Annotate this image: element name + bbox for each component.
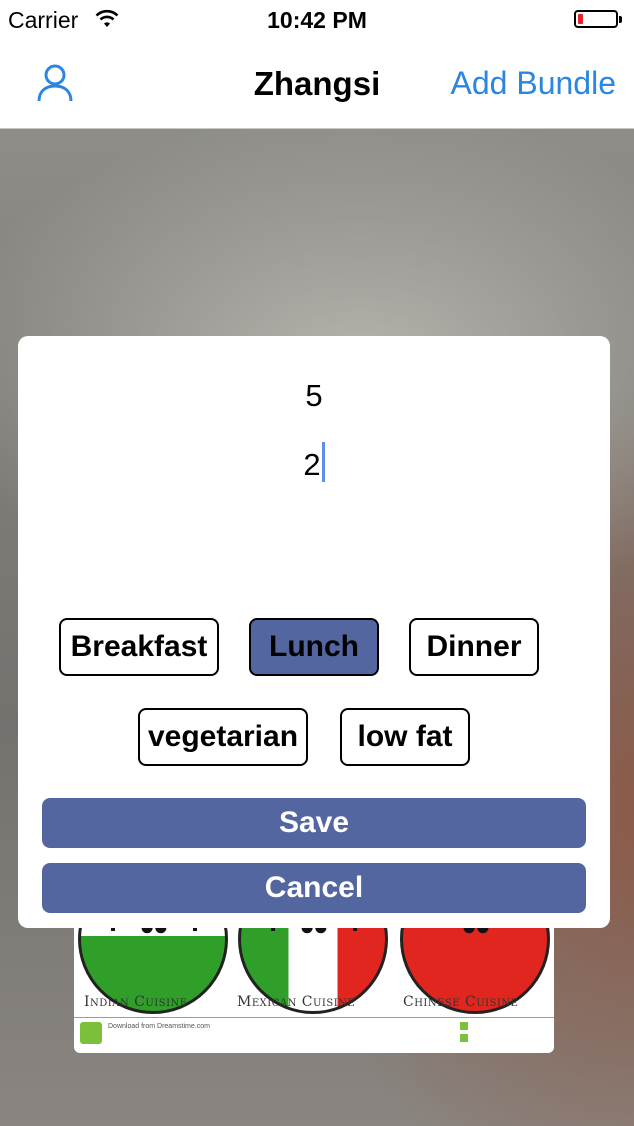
cuisine-label: Indian Cuisine [84,994,188,1010]
text-cursor [321,442,325,482]
tag-vegetarian[interactable]: vegetarian [138,708,308,766]
tag-breakfast[interactable]: Breakfast [59,618,219,676]
download-credit: Download from Dreamstime.com [108,1023,210,1030]
add-bundle-button[interactable]: Add Bundle [451,65,616,102]
add-bundle-dialog: 5 2 Breakfast Lunch Dinner vegetarian lo… [18,336,610,928]
cancel-button[interactable]: Cancel [42,863,586,913]
dreamstime-logo-icon [80,1022,102,1044]
cuisine-label: Mexican Cuisine [237,994,356,1010]
clock: 10:42 PM [267,7,367,33]
status-bar: Carrier 10:42 PM [0,0,634,40]
id-icon [460,1022,470,1044]
divider [74,1017,554,1018]
navigation-bar: Zhangsi Add Bundle [0,40,634,129]
battery-level [578,14,583,24]
value-field-2[interactable]: 2 [18,442,610,483]
value-2-text: 2 [303,447,321,482]
battery-icon [574,10,622,28]
value-1-text: 5 [305,378,323,413]
save-button[interactable]: Save [42,798,586,848]
tag-lunch[interactable]: Lunch [249,618,379,676]
cuisine-label: Chinese Cuisine [403,994,519,1010]
tag-dinner[interactable]: Dinner [409,618,539,676]
tag-low-fat[interactable]: low fat [340,708,470,766]
value-field-1[interactable]: 5 [18,378,610,414]
